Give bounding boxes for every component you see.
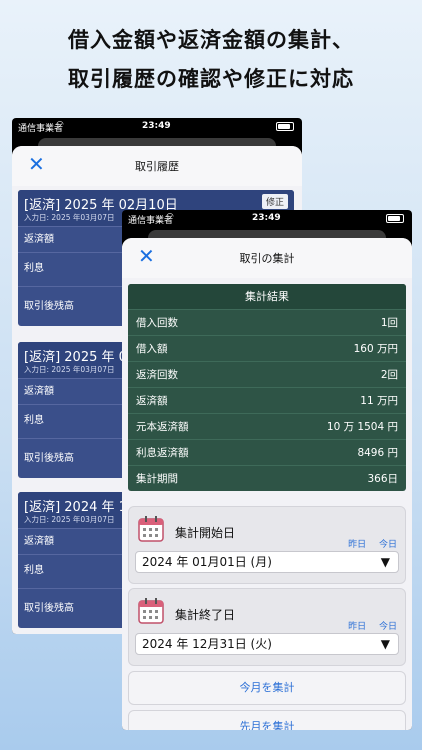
- results-header: 集計結果: [128, 284, 406, 309]
- row-value: 11 万円: [360, 395, 398, 407]
- start-date-value: 2024 年 01月01日 (月): [142, 555, 272, 569]
- history-title: 取引履歴: [135, 160, 179, 173]
- start-date-card: 集計開始日 昨日 今日 2024 年 01月01日 (月) ▼: [128, 506, 406, 584]
- yesterday-link[interactable]: 昨日: [348, 540, 366, 550]
- yesterday-link[interactable]: 昨日: [348, 622, 366, 632]
- row-label: 集計期間: [136, 473, 178, 485]
- input-date: 入力日: 2025 年03月07日: [24, 365, 115, 374]
- row-label: 借入回数: [136, 317, 178, 329]
- headline-line-1: 借入金額や返済金額の集計、: [68, 28, 354, 52]
- row-value: 160 万円: [353, 343, 398, 355]
- row-value: 1回: [380, 317, 398, 329]
- summary-row: 集計期間 366日: [128, 465, 406, 491]
- history-header: ✕ 取引履歴: [12, 146, 302, 186]
- start-date-picker[interactable]: 2024 年 01月01日 (月) ▼: [135, 551, 399, 573]
- summary-sheet: ✕ 取引の集計 集計結果 借入回数 1回 借入額 160 万円 返済回数 2回 返済額…: [122, 238, 412, 730]
- row-value: 8496 円: [357, 447, 398, 459]
- row-label: 返済回数: [136, 369, 178, 381]
- this-month-button[interactable]: 今月を集計: [128, 671, 406, 705]
- battery-icon: [386, 214, 404, 223]
- clock: 23:49: [142, 121, 171, 131]
- status-bar: 通信事業者 ◠ 23:49: [12, 118, 302, 136]
- summary-phone: 通信事業者 ◠ 23:49 ✕ 取引の集計 集計結果 借入回数 1回 借入額 160…: [122, 210, 412, 730]
- summary-row: 元本返済額 10 万 1504 円: [128, 413, 406, 439]
- dropdown-triangle-icon: ▼: [380, 555, 390, 569]
- edit-button[interactable]: 修正: [261, 194, 288, 209]
- calendar-icon: [138, 598, 164, 624]
- summary-row: 返済額 11 万円: [128, 387, 406, 413]
- today-link[interactable]: 今日: [379, 540, 397, 550]
- today-link[interactable]: 今日: [379, 622, 397, 632]
- dropdown-triangle-icon: ▼: [380, 637, 390, 651]
- end-date-label: 集計終了日: [175, 608, 236, 622]
- summary-header: ✕ 取引の集計: [122, 238, 412, 278]
- status-bar: 通信事業者 ◠ 23:49: [122, 210, 412, 228]
- battery-icon: [276, 122, 294, 131]
- clock: 23:49: [252, 213, 281, 223]
- summary-results: 集計結果 借入回数 1回 借入額 160 万円 返済回数 2回 返済額 11 万円 元本…: [128, 284, 406, 491]
- end-date-picker[interactable]: 2024 年 12月31日 (火) ▼: [135, 633, 399, 655]
- start-date-label: 集計開始日: [175, 526, 236, 540]
- row-label: 利息返済額: [136, 447, 189, 459]
- end-date-value: 2024 年 12月31日 (火): [142, 637, 272, 651]
- transaction-title: [返済] 2024 年 1: [24, 500, 127, 515]
- row-label: 元本返済額: [136, 421, 189, 433]
- transaction-title: [返済] 2025 年 0: [24, 350, 127, 365]
- row-value: 10 万 1504 円: [326, 421, 398, 433]
- row-label: 借入額: [136, 343, 168, 355]
- summary-row: 借入額 160 万円: [128, 335, 406, 361]
- headline-line-2: 取引履歴の確認や修正に対応: [68, 67, 354, 91]
- input-date: 入力日: 2025 年03月07日: [24, 213, 115, 222]
- row-value: 2回: [380, 369, 398, 381]
- input-date: 入力日: 2025 年03月07日: [24, 515, 115, 524]
- summary-row: 借入回数 1回: [128, 309, 406, 335]
- summary-row: 利息返済額 8496 円: [128, 439, 406, 465]
- end-date-card: 集計終了日 昨日 今日 2024 年 12月31日 (火) ▼: [128, 588, 406, 666]
- summary-title: 取引の集計: [239, 252, 295, 265]
- row-value: 366日: [367, 473, 398, 485]
- summary-row: 返済回数 2回: [128, 361, 406, 387]
- wifi-icon: ◠: [56, 120, 64, 130]
- wifi-icon: ◠: [166, 212, 174, 222]
- last-month-button[interactable]: 先月を集計: [128, 710, 406, 730]
- row-label: 返済額: [136, 395, 168, 407]
- calendar-icon: [138, 516, 164, 542]
